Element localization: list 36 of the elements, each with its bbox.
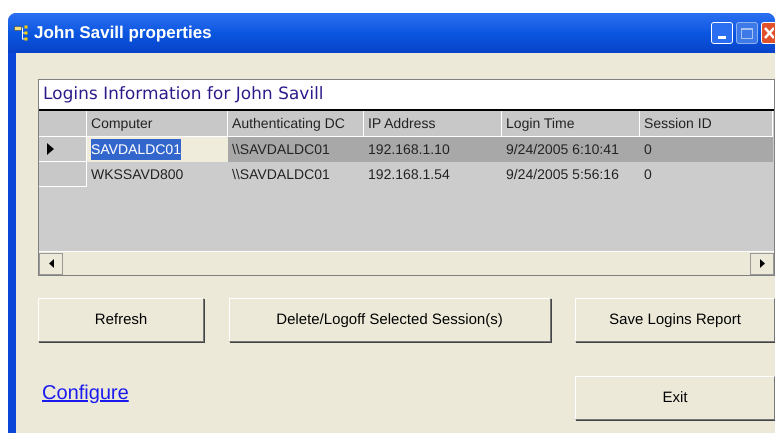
minimize-button[interactable] (711, 22, 733, 44)
column-header[interactable]: Login Time (502, 111, 640, 137)
action-button[interactable]: Refresh (38, 298, 204, 342)
table-cell-text: WKSSAVD800 (90, 165, 184, 184)
configure-link[interactable]: Configure (38, 378, 129, 420)
column-header[interactable]: Session ID (640, 111, 773, 137)
column-header[interactable]: Computer (87, 111, 228, 137)
table-cell: 192.168.1.10 (364, 137, 502, 162)
exit-button[interactable]: Exit (575, 376, 775, 420)
row-header[interactable] (39, 137, 87, 162)
maximize-icon (741, 28, 753, 38)
maximize-button[interactable] (736, 22, 758, 44)
close-icon (764, 27, 774, 39)
left-arrow-icon (48, 259, 54, 268)
table-cell: 0 (640, 137, 773, 162)
close-button[interactable] (761, 22, 775, 44)
table-cell-text: 9/24/2005 5:56:16 (505, 165, 620, 184)
table-cell-text: 192.168.1.54 (367, 165, 451, 184)
right-arrow-icon (760, 259, 764, 268)
window-title: John Savill properties (34, 22, 212, 44)
horizontal-scrollbar[interactable] (39, 251, 774, 275)
action-button[interactable]: Delete/Logoff Selected Session(s) (228, 298, 550, 342)
minimize-icon (718, 36, 726, 39)
table-cell-text: \\SAVDALDC01 (231, 165, 331, 184)
scroll-left-button[interactable] (39, 252, 63, 274)
table-cell: 9/24/2005 6:10:41 (502, 137, 640, 162)
action-button[interactable]: Save Logins Report (575, 298, 775, 342)
table-cell-text: 0 (643, 165, 653, 184)
column-header[interactable]: IP Address (364, 111, 502, 137)
column-header[interactable]: Authenticating DC (228, 111, 364, 137)
selected-text: SAVDALDC01 (91, 139, 182, 160)
grid-caption: Logins Information for John Savill (39, 80, 774, 111)
table-cell: \\SAVDALDC01 (228, 137, 364, 162)
current-row-icon (47, 143, 54, 155)
app-icon (14, 25, 28, 41)
scroll-right-button[interactable] (750, 252, 774, 274)
